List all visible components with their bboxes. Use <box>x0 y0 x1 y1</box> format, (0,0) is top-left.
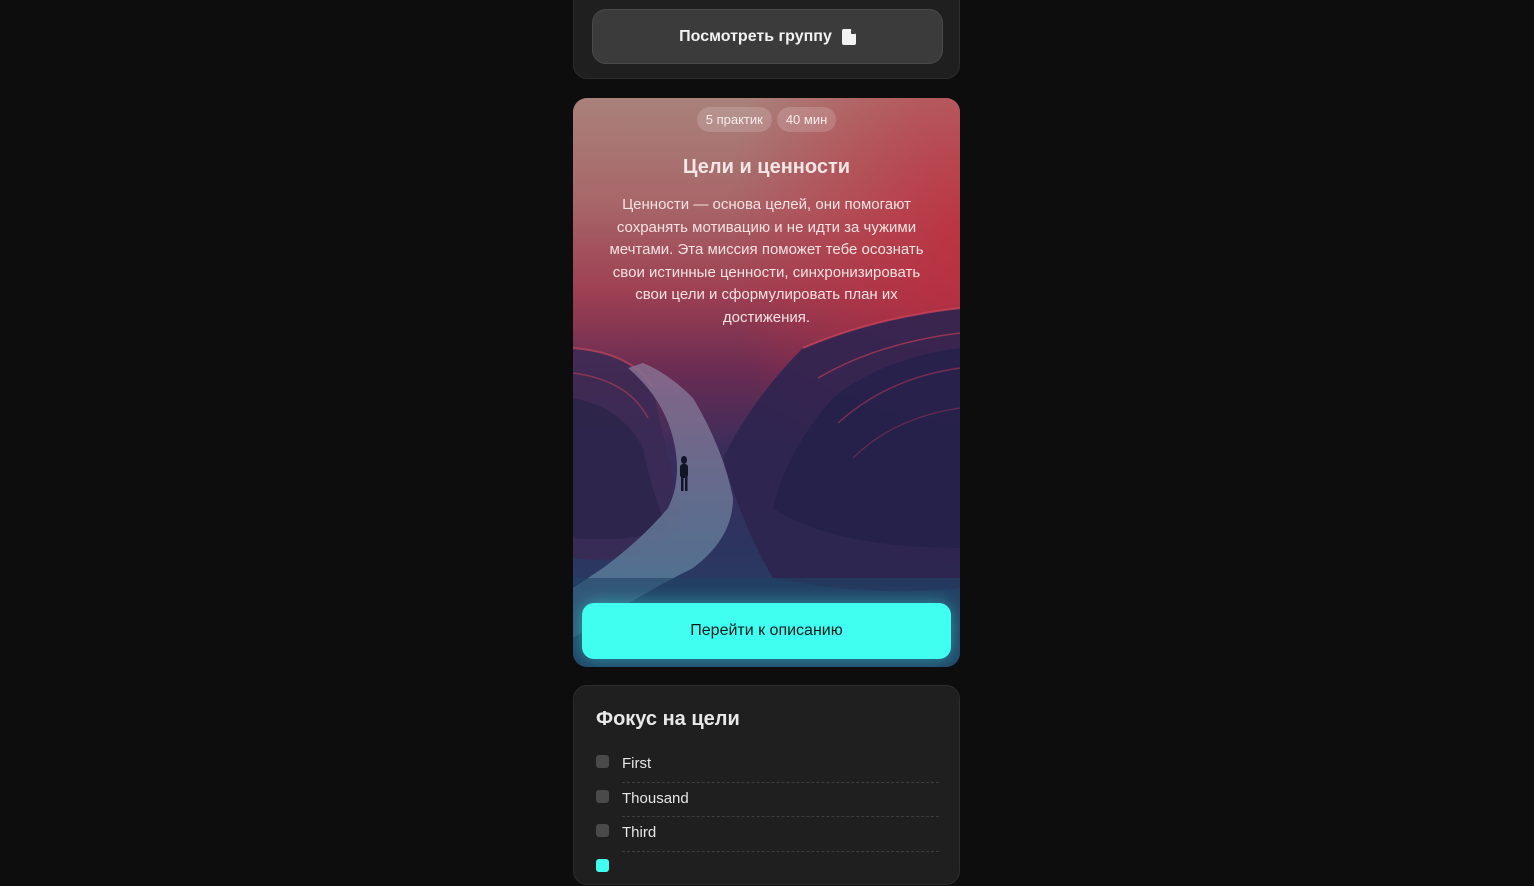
focus-title: Фокус на цели <box>596 708 740 731</box>
mission-chips: 5 практик 40 мин <box>573 107 960 132</box>
list-item[interactable]: First <box>596 748 939 783</box>
goal-checklist: First Thousand Third <box>596 748 939 886</box>
group-card: Посмотреть группу <box>573 0 960 79</box>
content-column: Посмотреть группу <box>573 0 960 859</box>
practices-count-chip: 5 практик <box>697 107 772 132</box>
list-item-label: Thousand <box>622 790 689 807</box>
duration-chip: 40 мин <box>777 107 836 132</box>
mission-cover-image <box>573 98 960 667</box>
list-item[interactable]: Third <box>596 817 939 852</box>
checkbox[interactable] <box>596 755 609 768</box>
checkbox[interactable] <box>596 790 609 803</box>
focus-card: Фокус на цели First Thousand Third <box>573 685 960 885</box>
view-group-label: Посмотреть группу <box>679 28 832 46</box>
mission-card: 5 практик 40 мин Цели и ценности Ценност… <box>573 98 960 667</box>
list-item[interactable]: Thousand <box>596 783 939 818</box>
checkbox[interactable] <box>596 859 609 872</box>
list-item-label: Third <box>622 824 656 841</box>
go-to-description-button[interactable]: Перейти к описанию <box>582 603 951 659</box>
document-icon <box>842 29 856 45</box>
view-group-button[interactable]: Посмотреть группу <box>592 9 943 64</box>
checkbox[interactable] <box>596 824 609 837</box>
mission-description: Ценности — основа целей, они помогают со… <box>595 194 938 330</box>
list-item[interactable] <box>596 852 939 886</box>
mission-title: Цели и ценности <box>573 156 960 179</box>
list-item-label: First <box>622 755 651 772</box>
